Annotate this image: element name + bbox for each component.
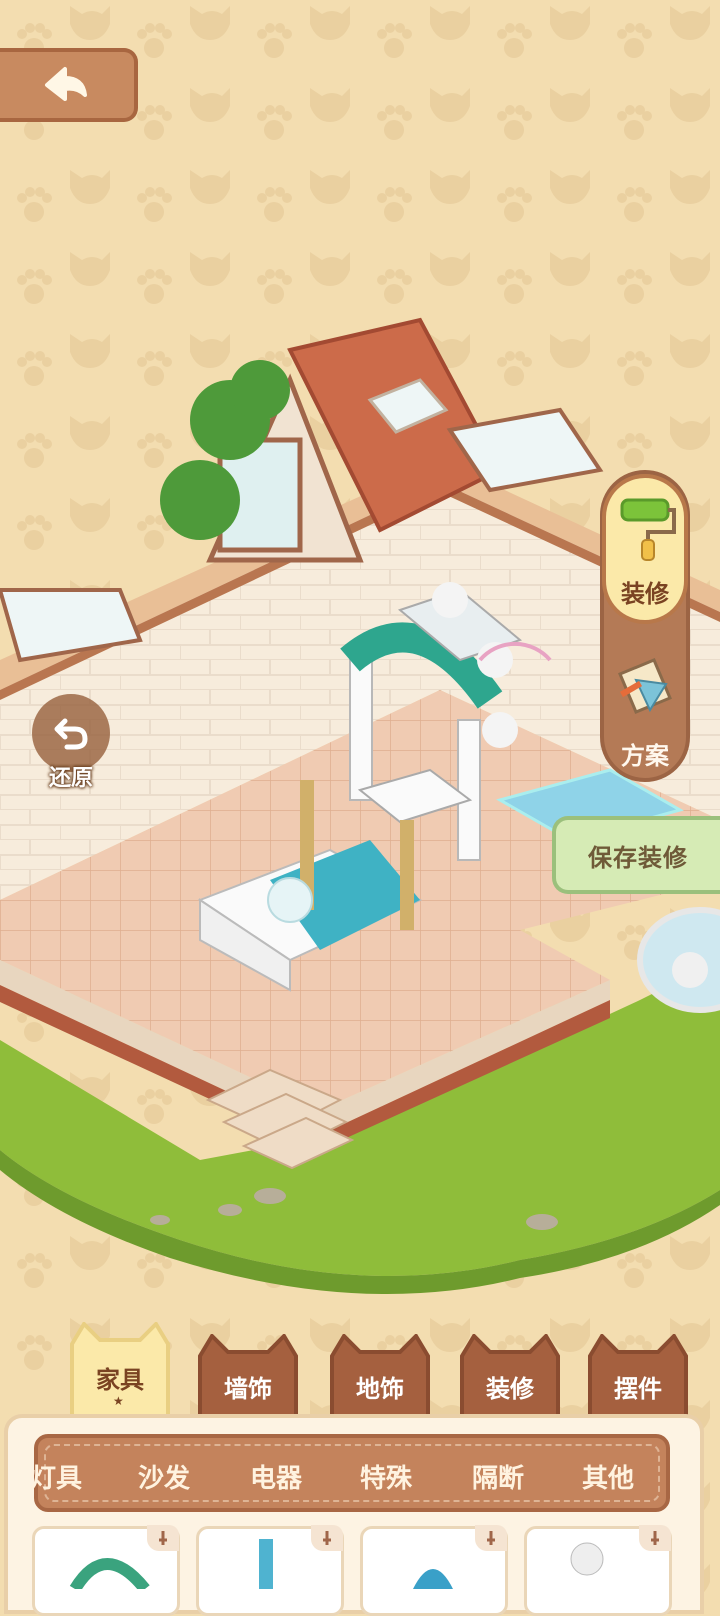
blueprint-icon	[618, 658, 672, 714]
tab-wall-decor[interactable]: 墙饰	[194, 1334, 302, 1420]
subcategory-lamps[interactable]: 灯具	[30, 1458, 82, 1495]
save-label: 保存装修	[588, 843, 688, 872]
tab-renovation[interactable]: 装修	[456, 1334, 564, 1420]
pin-icon	[475, 1525, 507, 1551]
plan-label: 方案	[621, 742, 669, 770]
item-card[interactable]	[524, 1525, 672, 1616]
paint-roller-icon	[620, 498, 676, 561]
back-button[interactable]	[0, 48, 138, 122]
subcategory-bar	[34, 1434, 670, 1512]
subcategory-partitions[interactable]: 隔断	[472, 1458, 524, 1495]
undo-icon	[54, 718, 88, 750]
side-menu-plan[interactable]: 方案	[602, 640, 688, 780]
item-card[interactable]	[196, 1525, 344, 1616]
decorate-label: 装修	[621, 580, 669, 608]
tab-furniture[interactable]: 家具 ★	[66, 1322, 174, 1426]
tab-ornaments[interactable]: 摆件	[584, 1334, 692, 1420]
back-arrow-icon	[45, 67, 87, 101]
pin-icon	[639, 1525, 671, 1551]
pin-icon	[147, 1525, 179, 1551]
side-menu-decorate[interactable]: 装修	[602, 474, 688, 624]
restore-label: 还原	[48, 766, 93, 791]
tab-label: 摆件	[614, 1374, 662, 1403]
subcategory-appliances[interactable]: 电器	[250, 1458, 302, 1495]
subcategory-others[interactable]: 其他	[582, 1458, 634, 1495]
pin-icon	[311, 1525, 343, 1551]
tab-floor-decor[interactable]: 地饰	[326, 1334, 434, 1420]
item-card[interactable]	[360, 1525, 508, 1616]
subcategory-sofas[interactable]: 沙发	[138, 1458, 190, 1495]
save-decoration-button[interactable]: 保存装修	[552, 816, 720, 894]
tab-label: 墙饰	[224, 1374, 272, 1403]
tab-label: 家具	[96, 1365, 144, 1394]
subcategory-special[interactable]: 特殊	[360, 1458, 412, 1495]
item-card[interactable]	[32, 1525, 180, 1616]
star-icon: ★	[113, 1394, 124, 1408]
tab-label: 装修	[486, 1374, 534, 1403]
tab-label: 地饰	[356, 1374, 404, 1403]
